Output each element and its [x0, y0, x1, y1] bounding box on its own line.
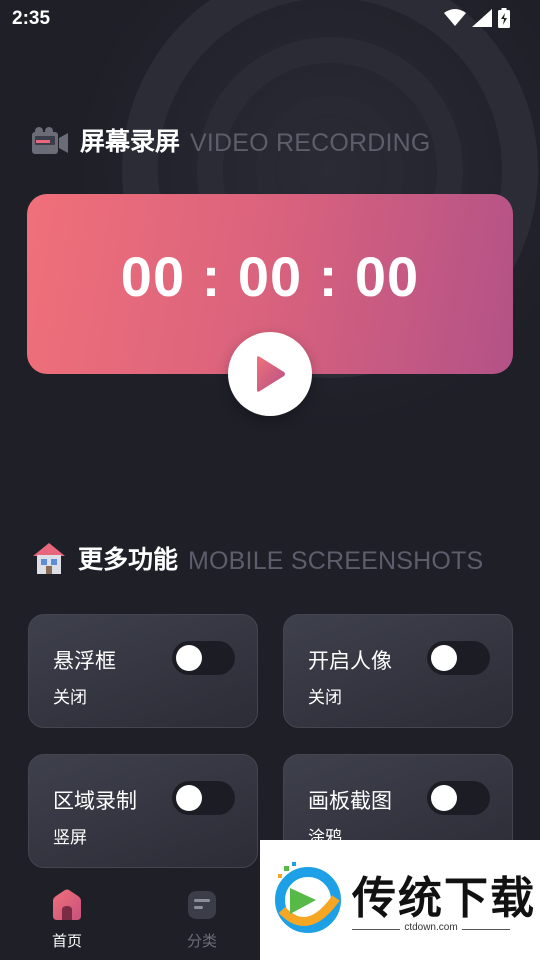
recording-subtitle: VIDEO RECORDING	[190, 129, 431, 157]
drawing-screenshot-toggle[interactable]	[427, 781, 490, 815]
toggle-knob	[431, 785, 457, 811]
category-icon	[188, 891, 216, 919]
nav-category[interactable]: 分类	[162, 888, 242, 951]
floating-window-toggle[interactable]	[172, 641, 235, 675]
timer-display: 00 : 00 : 00	[120, 245, 420, 308]
battery-charging-icon	[498, 8, 510, 28]
toggle-knob	[176, 785, 202, 811]
watermark-divider	[462, 929, 510, 930]
toggle-knob	[176, 645, 202, 671]
signal-icon	[472, 9, 492, 27]
status-time: 2:35	[12, 8, 51, 29]
card-title: 区域录制	[53, 789, 137, 813]
nav-label: 分类	[186, 932, 217, 950]
area-recording-toggle[interactable]	[172, 781, 235, 815]
card-status: 关闭	[53, 688, 87, 708]
video-camera-icon	[32, 127, 68, 154]
nav-label: 首页	[51, 932, 82, 950]
status-icons	[444, 7, 510, 29]
more-title: 更多功能	[78, 545, 179, 574]
watermark-logo-icon	[275, 862, 341, 933]
play-button[interactable]	[228, 332, 312, 416]
play-icon	[257, 356, 285, 392]
nav-home[interactable]: 首页	[27, 888, 107, 951]
card-title: 开启人像	[308, 649, 392, 673]
recording-title: 屏幕录屏	[80, 127, 181, 156]
watermark-overlay: 传统下载 ctdown.com	[260, 840, 540, 960]
status-bar: 2:35	[0, 0, 540, 38]
watermark-text: 传统下载	[352, 873, 536, 924]
home-icon	[53, 889, 81, 920]
house-icon	[33, 543, 65, 574]
card-title: 画板截图	[308, 789, 392, 813]
watermark-url: ctdown.com	[404, 922, 458, 933]
floating-window-card[interactable]: 悬浮框 关闭	[28, 614, 258, 728]
area-recording-card[interactable]: 区域录制 竖屏	[28, 754, 258, 868]
toggle-knob	[431, 645, 457, 671]
card-title: 悬浮框	[53, 649, 116, 673]
card-status: 关闭	[308, 688, 342, 708]
portrait-card[interactable]: 开启人像 关闭	[283, 614, 513, 728]
card-status: 竖屏	[53, 828, 87, 848]
recording-header: 屏幕录屏 VIDEO RECORDING	[30, 122, 431, 158]
portrait-toggle[interactable]	[427, 641, 490, 675]
more-subtitle: MOBILE SCREENSHOTS	[188, 547, 484, 575]
more-header: 更多功能 MOBILE SCREENSHOTS	[30, 540, 483, 576]
wifi-icon	[444, 9, 466, 26]
